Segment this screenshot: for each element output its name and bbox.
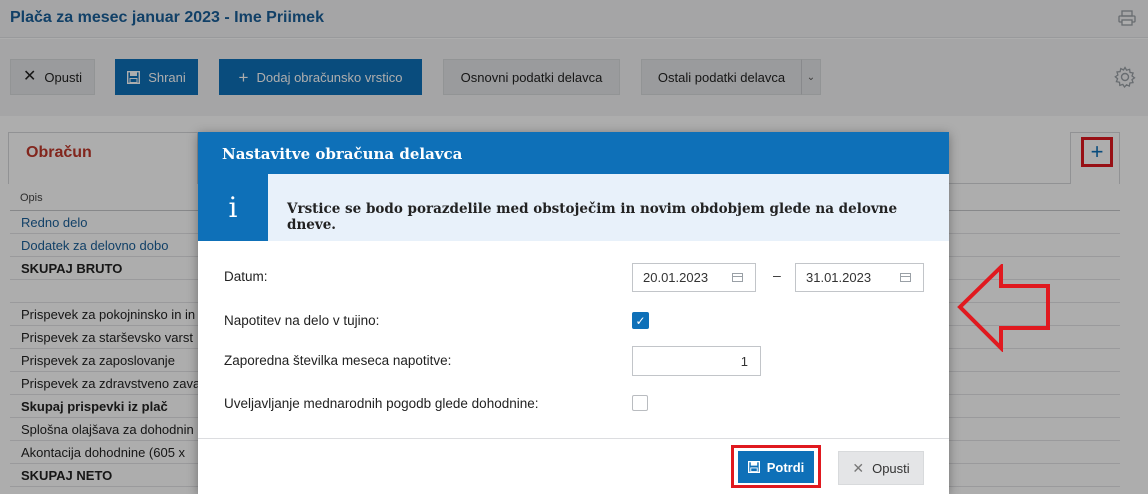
- dialog-footer: [198, 439, 949, 494]
- month-number-input[interactable]: 1: [632, 346, 761, 376]
- dialog-cancel-button[interactable]: ✕ Opusti: [838, 451, 924, 485]
- info-icon: i: [198, 174, 268, 241]
- confirm-button[interactable]: Potrdi: [738, 451, 814, 483]
- checkmark-icon: ✓: [635, 313, 646, 328]
- info-text: Vrstice se bodo porazdelile med obstoječ…: [287, 201, 898, 233]
- dialog-title: Nastavitve obračuna delavca: [222, 145, 463, 163]
- date-range-separator: –: [773, 267, 781, 283]
- close-icon: ✕: [852, 459, 865, 476]
- annotation-arrow-icon: [957, 264, 1050, 352]
- abroad-label: Napotitev na delo v tujino:: [224, 313, 380, 328]
- date-label: Datum:: [224, 269, 268, 284]
- save-icon: [747, 461, 760, 473]
- date-from-value: 20.01.2023: [643, 270, 709, 285]
- treaties-label: Uveljavljanje mednarodnih pogodb glede d…: [224, 396, 539, 411]
- info-message: i Vrstice se bodo porazdelile med obstoj…: [198, 174, 949, 241]
- date-to-input[interactable]: 31.01.2023: [795, 263, 924, 292]
- date-to-value: 31.01.2023: [806, 270, 872, 285]
- confirm-button-label: Potrdi: [766, 459, 805, 475]
- abroad-checkbox[interactable]: ✓: [632, 312, 649, 329]
- date-from-input[interactable]: 20.01.2023: [632, 263, 756, 292]
- settings-dialog: Nastavitve obračuna delavca i Vrstice se…: [198, 132, 949, 494]
- dialog-header: Nastavitve obračuna delavca: [198, 132, 949, 174]
- calendar-icon[interactable]: [732, 273, 743, 282]
- calendar-icon[interactable]: [900, 273, 911, 282]
- dialog-cancel-label: Opusti: [872, 460, 910, 476]
- month-number-label: Zaporedna številka meseca napotitve:: [224, 353, 452, 368]
- treaties-checkbox[interactable]: [632, 395, 648, 411]
